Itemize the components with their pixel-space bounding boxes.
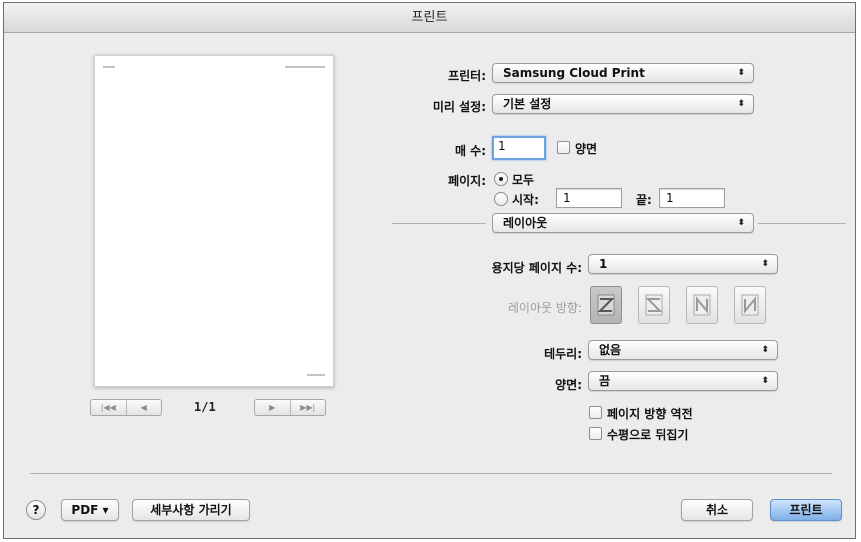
print-button[interactable]: 프린트 [770, 499, 842, 521]
pages-per-sheet-value: 1 [599, 257, 608, 271]
two-sided-value: 끔 [599, 374, 611, 388]
presets-label: 미리 설정: [432, 100, 486, 114]
preview-header-mark [285, 66, 325, 68]
flip-horizontal-label: 수평으로 뒤집기 [607, 428, 689, 442]
pages-range-radio[interactable] [494, 192, 508, 206]
duplex-label: 양면 [575, 142, 598, 156]
hide-details-button[interactable]: 세부사항 가리기 [132, 499, 250, 521]
pages-label: 페이지: [448, 174, 486, 188]
print-dialog: 프린트 |◀◀ ◀ 1/1 ▶ ▶▶| 프린터: Samsung Cloud P… [3, 2, 856, 539]
copies-field[interactable]: 1 [492, 136, 546, 160]
previous-page-button[interactable]: ◀ [125, 400, 162, 415]
flip-horizontal-checkbox[interactable] [589, 427, 602, 440]
section-popup[interactable]: 레이아웃 ⬍ [492, 213, 754, 233]
popup-arrows-icon: ⬍ [761, 345, 769, 355]
two-sided-popup[interactable]: 끔 ⬍ [588, 371, 778, 391]
s-arrow-icon [645, 294, 663, 316]
popup-arrows-icon: ⬍ [737, 68, 745, 78]
last-page-button[interactable]: ▶▶| [289, 400, 326, 415]
help-button[interactable]: ? [26, 500, 46, 520]
popup-arrows-icon: ⬍ [737, 218, 745, 228]
n-reverse-arrow-icon [693, 294, 711, 316]
presets-value: 기본 설정 [503, 97, 552, 111]
pages-from-field[interactable]: 1 [556, 188, 622, 208]
page-preview [94, 55, 334, 387]
border-popup[interactable]: 없음 ⬍ [588, 340, 778, 360]
n-arrow-icon [741, 294, 759, 316]
popup-arrows-icon: ⬍ [761, 376, 769, 386]
pages-to-label: 끝: [636, 193, 652, 207]
preview-footer-mark [307, 374, 325, 376]
layout-direction-n-icon[interactable] [734, 286, 766, 324]
border-label: 테두리: [544, 347, 582, 361]
preview-nav-back-group: |◀◀ ◀ [90, 399, 162, 416]
section-popup-value: 레이아웃 [503, 216, 548, 230]
pages-all-label: 모두 [512, 173, 535, 187]
page-indicator: 1/1 [194, 400, 216, 414]
popup-arrows-icon: ⬍ [761, 259, 769, 269]
printer-label: 프린터: [448, 69, 486, 83]
pdf-menu-button[interactable]: PDF ▾ [61, 499, 119, 521]
presets-popup[interactable]: 기본 설정 ⬍ [492, 94, 754, 114]
preview-header-mark [103, 66, 115, 68]
copies-label: 매 수: [454, 144, 486, 158]
border-value: 없음 [599, 343, 622, 357]
layout-direction-n-reverse-icon[interactable] [686, 286, 718, 324]
reverse-orientation-label: 페이지 방향 역전 [607, 407, 693, 421]
pages-all-radio[interactable] [494, 172, 508, 186]
duplex-checkbox[interactable] [557, 141, 570, 154]
printer-value: Samsung Cloud Print [503, 66, 645, 80]
window-title: 프린트 [4, 3, 855, 33]
next-page-button[interactable]: ▶ [255, 400, 290, 415]
layout-direction-z-icon[interactable] [590, 286, 622, 324]
pages-from-label: 시작: [512, 193, 539, 207]
printer-popup[interactable]: Samsung Cloud Print ⬍ [492, 63, 754, 83]
reverse-orientation-checkbox[interactable] [589, 406, 602, 419]
pages-to-field[interactable]: 1 [659, 188, 725, 208]
z-arrow-icon [597, 294, 615, 316]
pages-per-sheet-label: 용지당 페이지 수: [491, 261, 582, 275]
preview-nav-forward-group: ▶ ▶▶| [254, 399, 326, 416]
layout-direction-s-icon[interactable] [638, 286, 670, 324]
first-page-button[interactable]: |◀◀ [91, 400, 126, 415]
two-sided-label: 양면: [555, 378, 582, 392]
pages-per-sheet-popup[interactable]: 1 ⬍ [588, 254, 778, 274]
bottom-divider [30, 473, 832, 474]
popup-arrows-icon: ⬍ [737, 99, 745, 109]
section-divider-right [758, 223, 846, 224]
section-divider-left [392, 223, 486, 224]
layout-direction-label: 레이아웃 방향: [507, 301, 582, 315]
cancel-button[interactable]: 취소 [681, 499, 753, 521]
